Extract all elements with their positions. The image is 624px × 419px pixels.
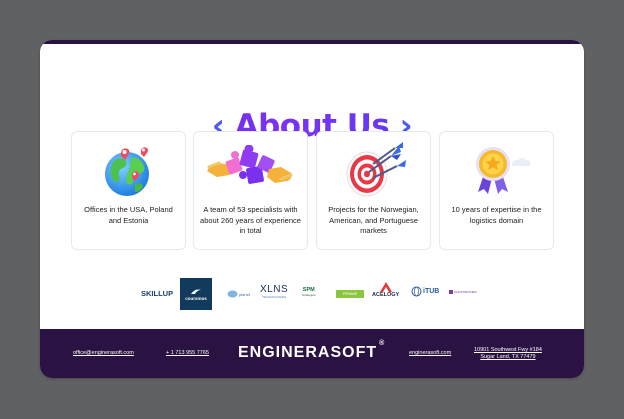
- footer-email-link[interactable]: office@enginerasoft.com: [73, 350, 134, 356]
- about-us-slide: ‹ About Us › Offices in the USA, Poland …: [40, 40, 584, 378]
- coursmos-bird-icon: [191, 289, 201, 294]
- logo-itub: iTUB: [411, 286, 439, 297]
- footer-website-link[interactable]: enginerasoft.com: [409, 350, 451, 356]
- medal-icon: [475, 147, 530, 194]
- features-row: Offices in the USA, Poland and Estonia A…: [71, 131, 554, 250]
- feature-card-expertise: 10 years of expertise in the logistics d…: [439, 131, 554, 250]
- client-logos: SKILLUP coursmos planet XLNS TECHNOLOGIE…: [40, 278, 584, 312]
- logo-acelogy: ACELOGY: [372, 282, 399, 298]
- target-icon: [346, 142, 406, 197]
- feature-text: Projects for the Norwegian, American, an…: [328, 205, 419, 235]
- logo-paintpartner: PAINTPARTNER: [449, 290, 477, 294]
- planet-icon: [227, 290, 238, 298]
- feature-text: Offices in the USA, Poland and Estonia: [84, 205, 173, 225]
- acelogy-triangle-icon: [379, 282, 392, 292]
- feature-text: 10 years of expertise in the logistics d…: [451, 205, 542, 225]
- itub-globe-icon: [411, 286, 422, 297]
- puzzle-icon: [206, 145, 292, 184]
- footer: office@enginerasoft.com + 1 713 955 7765…: [40, 329, 584, 378]
- logo-planet: planet: [227, 290, 250, 298]
- logo-piramis: PIRAMIS: [336, 290, 364, 298]
- feature-card-team: A team of 53 specialists with about 260 …: [193, 131, 308, 250]
- footer-brand: ENGINERASOFT®: [238, 339, 386, 361]
- logo-spm: SPM Strategies: [302, 287, 316, 297]
- globe-icon: [104, 147, 149, 196]
- feature-card-projects: Projects for the Norwegian, American, an…: [316, 131, 431, 250]
- feature-card-offices: Offices in the USA, Poland and Estonia: [71, 131, 186, 250]
- footer-address[interactable]: 10901 Southwest Fwy #184 Sugar Land, TX …: [474, 347, 542, 361]
- logo-skillup: SKILLUP: [141, 289, 174, 298]
- logo-coursmos: coursmos: [180, 278, 212, 310]
- feature-text: A team of 53 specialists with about 260 …: [200, 205, 301, 235]
- footer-phone-link[interactable]: + 1 713 955 7765: [166, 350, 209, 356]
- paintpartner-square-icon: [449, 290, 453, 294]
- logo-xlns: XLNS TECHNOLOGIES: [260, 284, 289, 299]
- top-border: [40, 40, 584, 44]
